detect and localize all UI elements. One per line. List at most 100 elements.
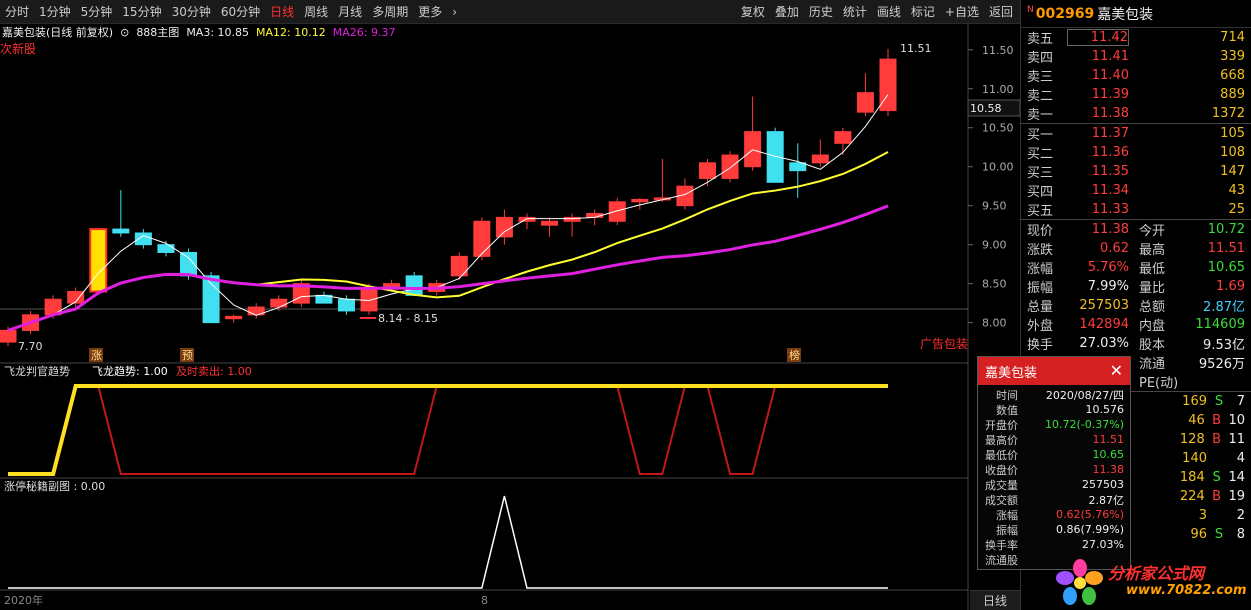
period-tab-5[interactable]: 60分钟 (216, 0, 265, 24)
tool-button-4[interactable]: 画线 (872, 0, 906, 24)
popup-row: 数值 10.576 (978, 402, 1130, 417)
tick-side: B (1212, 489, 1222, 504)
candle[interactable] (541, 220, 559, 226)
tool-button-2[interactable]: 历史 (804, 0, 838, 24)
ask-row[interactable]: 卖三 11.40 668 (1021, 66, 1251, 85)
popup-label: 成交额 (985, 493, 1018, 507)
candle[interactable] (495, 216, 513, 238)
bid-label: 买四 (1027, 185, 1054, 200)
popup-row: 涨幅 0.62(5.76%) (978, 507, 1130, 522)
stat-value: 11.38 (1091, 222, 1129, 237)
candle[interactable] (0, 329, 17, 343)
period-tab-0[interactable]: 分时 (0, 0, 34, 24)
stat-row: 振幅 7.99% 量比 1.69 (1021, 277, 1251, 296)
tick-count: 7 (1236, 394, 1245, 409)
tool-button-0[interactable]: 复权 (736, 0, 770, 24)
popup-label: 最高价 (985, 433, 1018, 447)
ask-row[interactable]: 卖五 11.42 714 (1021, 28, 1251, 47)
candle[interactable] (631, 198, 649, 203)
period-tab-7[interactable]: 周线 (299, 0, 333, 24)
period-tab-2[interactable]: 5分钟 (76, 0, 118, 24)
data-popup: 嘉美包装 ✕ 时间 2020/08/27/四 数值 10.576 开盘价 10.72(-0… (977, 356, 1131, 570)
popup-label: 换手率 (985, 538, 1018, 552)
period-tab-4[interactable]: 30分钟 (167, 0, 216, 24)
popup-value: 0.62(5.76%) (1055, 508, 1124, 521)
bid-row[interactable]: 买四 11.34 43 (1021, 181, 1251, 200)
candle[interactable] (134, 232, 152, 246)
candle[interactable] (405, 275, 423, 296)
bid-row[interactable]: 买三 11.35 147 (1021, 162, 1251, 181)
bid-row[interactable]: 买二 11.36 108 (1021, 143, 1251, 162)
ask-volume: 714 (1220, 30, 1245, 45)
candle[interactable] (721, 154, 739, 179)
stat-label: 换手 (1027, 338, 1054, 353)
candle[interactable] (744, 131, 762, 168)
candle[interactable] (473, 220, 491, 257)
chevron-right-icon[interactable]: › (447, 0, 462, 24)
bang-marker[interactable]: 榜 (789, 348, 800, 362)
stat-row: 外盘 142894 内盘 114609 (1021, 315, 1251, 334)
popup-value: 27.03% (1082, 538, 1124, 551)
candle[interactable] (337, 298, 355, 312)
ask-row[interactable]: 卖一 11.38 1372 (1021, 104, 1251, 123)
candle[interactable] (834, 131, 852, 144)
sell-line (8, 385, 888, 475)
candle[interactable] (270, 298, 288, 308)
yu-marker[interactable]: 预 (182, 349, 193, 362)
period-tab-6[interactable]: 日线 (265, 0, 299, 24)
tool-button-6[interactable]: +自选 (940, 0, 984, 24)
stat-label: 涨幅 (1027, 262, 1054, 277)
bid-volume: 43 (1228, 183, 1245, 198)
bid-row[interactable]: 买一 11.37 105 (1021, 124, 1251, 143)
stat-value-2: 1.69 (1216, 279, 1245, 294)
tool-button-3[interactable]: 统计 (838, 0, 872, 24)
close-icon[interactable]: ✕ (1110, 361, 1123, 380)
candle[interactable] (202, 275, 220, 324)
candle[interactable] (225, 315, 243, 320)
bottom-period-tab[interactable]: 日线 (970, 590, 1020, 610)
tick-count: 8 (1236, 527, 1245, 542)
stat-label: 振幅 (1027, 281, 1054, 296)
ask-row[interactable]: 卖二 11.39 889 (1021, 85, 1251, 104)
period-tab-9[interactable]: 多周期 (367, 0, 413, 24)
new-badge: N (1027, 5, 1034, 15)
candle[interactable] (789, 162, 807, 172)
kline-chart[interactable]: 11.50 11.00 10.50 10.00 9.50 9.00 8.50 8.00 次新股… (0, 24, 1020, 610)
stat-label-2: PE(动) (1139, 376, 1179, 391)
candle[interactable] (608, 201, 626, 222)
popup-label: 开盘价 (985, 418, 1018, 432)
x-axis-month: 8 (481, 594, 488, 607)
tick-volume: 128 (1179, 432, 1205, 447)
stock-name[interactable]: 嘉美包装 (1097, 4, 1153, 24)
candle[interactable] (89, 228, 108, 293)
ad-url[interactable]: www.70822.com (1126, 583, 1247, 598)
ask-price: 11.38 (1091, 106, 1129, 121)
candle[interactable] (698, 162, 716, 179)
tick-side: B (1212, 432, 1222, 447)
stat-row: 换手 27.03% 股本 9.53亿 (1021, 334, 1251, 353)
candle[interactable] (811, 154, 829, 164)
candle[interactable] (157, 244, 175, 253)
bid-price: 11.33 (1091, 202, 1129, 217)
candle[interactable] (518, 216, 536, 222)
ask-row[interactable]: 卖四 11.41 339 (1021, 47, 1251, 66)
tool-button-7[interactable]: 返回 (984, 0, 1018, 24)
zhang-marker[interactable]: 涨 (91, 349, 102, 362)
period-tab-8[interactable]: 月线 (333, 0, 367, 24)
period-tab-10[interactable]: 更多 (413, 0, 447, 24)
candle[interactable] (856, 92, 874, 113)
ask-volume: 889 (1220, 87, 1245, 102)
quote-header: N 002969 嘉美包装 (1021, 0, 1251, 28)
tool-button-5[interactable]: 标记 (906, 0, 940, 24)
period-tab-1[interactable]: 1分钟 (34, 0, 76, 24)
high-price-label: 11.51 (900, 42, 932, 55)
stock-code[interactable]: 002969 (1036, 6, 1094, 22)
bid-row[interactable]: 买五 11.33 25 (1021, 200, 1251, 219)
candle[interactable] (766, 131, 784, 183)
period-tab-3[interactable]: 15分钟 (117, 0, 166, 24)
period-tabs: 分时 1分钟 5分钟 15分钟 30分钟 60分钟 日线 周线 月线 多周期 更多 › (0, 0, 462, 24)
candle[interactable] (112, 228, 130, 234)
range-label: 8.14 - 8.15 (378, 312, 438, 325)
popup-value: 2.87亿 (1088, 493, 1125, 507)
tool-button-1[interactable]: 叠加 (770, 0, 804, 24)
